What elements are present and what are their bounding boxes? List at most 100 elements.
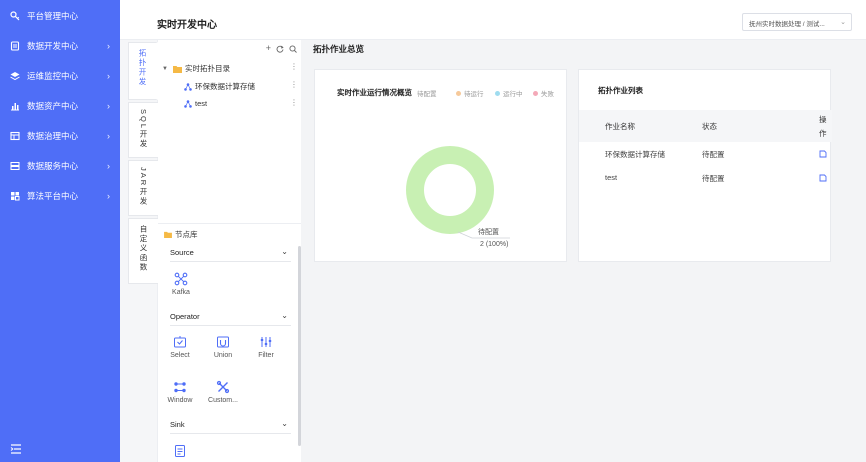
- tree-root[interactable]: ▼ 实时拓扑目录: [162, 63, 230, 74]
- node-label: Window: [167, 397, 193, 404]
- node-kafka[interactable]: Kafka: [161, 272, 201, 296]
- sidebar-item-label: 算法平台中心: [27, 191, 79, 201]
- node-window[interactable]: Window: [160, 380, 200, 404]
- document-icon: [10, 41, 20, 51]
- tree-item-label: 环保数据计算存储: [195, 82, 255, 91]
- custom-icon: [216, 380, 230, 394]
- node-label: Filter: [258, 352, 274, 359]
- select-icon: [174, 336, 186, 348]
- chart-card: 实时作业运行情况概览 待配置 待运行 运行中 失败 待配置 2 (100%): [314, 69, 567, 262]
- node-library-scrollbar[interactable]: [298, 246, 301, 446]
- search-icon[interactable]: [289, 43, 297, 55]
- node-label: Kafka: [172, 289, 190, 296]
- sidebar-item-assets[interactable]: 数据资产中心 ›: [0, 91, 120, 121]
- node-label: Custom...: [208, 397, 238, 404]
- kafka-icon: [174, 272, 188, 286]
- section-title: Sink: [170, 420, 185, 429]
- tab-udf[interactable]: 自定义函数: [128, 218, 158, 284]
- sidebar-item-data-dev[interactable]: 数据开发中心 ›: [0, 31, 120, 61]
- add-icon[interactable]: +: [266, 43, 271, 55]
- header: 实时开发中心 抚州实时数据处理 / 测试... ⌄: [120, 0, 866, 40]
- sidebar-item-platform[interactable]: 平台管理中心: [0, 1, 120, 31]
- section-title: Source: [170, 248, 194, 257]
- column-name: 作业名称: [605, 122, 635, 131]
- more-icon[interactable]: ⋮: [290, 62, 298, 71]
- sidebar: 平台管理中心 数据开发中心 › 运维监控中心 › 数据资产中心 › 数据治理中心…: [0, 0, 120, 462]
- tree-item-env[interactable]: 环保数据计算存储: [184, 81, 255, 92]
- node-union[interactable]: Union: [203, 335, 243, 359]
- node-label: Select: [170, 352, 190, 359]
- sidebar-item-service[interactable]: 数据服务中心 ›: [0, 151, 120, 181]
- sidebar-item-ops[interactable]: 运维监控中心 ›: [0, 61, 120, 91]
- tab-sql[interactable]: SQL开发: [128, 102, 158, 158]
- sidebar-item-label: 数据资产中心: [27, 101, 79, 111]
- overview-title: 拓扑作业总览: [313, 44, 365, 54]
- section-source[interactable]: Source ⌄: [170, 244, 291, 262]
- topology-icon: [184, 99, 192, 108]
- tree-item-test[interactable]: test: [184, 99, 207, 108]
- page-title: 实时开发中心: [157, 20, 217, 31]
- tab-label: 拓扑开发: [138, 49, 147, 87]
- folder-icon: [172, 65, 182, 73]
- table-row-status: 待配置: [702, 150, 725, 159]
- refresh-icon[interactable]: [276, 43, 284, 55]
- grid-icon: [10, 191, 20, 201]
- sidebar-item-algorithm[interactable]: 算法平台中心 ›: [0, 181, 120, 211]
- chevron-right-icon: ›: [107, 41, 110, 51]
- tree-toolbar: +: [266, 43, 297, 55]
- node-select[interactable]: Select: [160, 335, 200, 359]
- section-title: Operator: [170, 312, 200, 321]
- bar-chart-icon: [10, 101, 20, 111]
- folder-icon: [164, 231, 172, 238]
- node-label: Union: [213, 352, 233, 359]
- callout-label: 待配置: [478, 229, 499, 236]
- table-row-status: 待配置: [702, 174, 725, 183]
- chevron-right-icon: ›: [107, 71, 110, 81]
- column-status: 状态: [702, 122, 717, 131]
- pie-slice[interactable]: [406, 146, 494, 234]
- tab-label: SQL开发: [139, 109, 148, 150]
- layers-icon: [10, 71, 20, 81]
- key-icon: [10, 11, 20, 21]
- tab-jar[interactable]: JAR开发: [128, 160, 158, 216]
- chevron-right-icon: ›: [107, 161, 110, 171]
- vertical-tabs: 拓扑开发 SQL开发 JAR开发 自定义函数: [120, 40, 158, 462]
- node-library: 节点库 Source ⌄ Kafka Operator ⌄ Select Uni…: [158, 223, 301, 462]
- sidebar-item-label: 运维监控中心: [27, 71, 79, 81]
- section-operator[interactable]: Operator ⌄: [170, 308, 291, 326]
- tree-root-label: 实时拓扑目录: [184, 64, 230, 73]
- chevron-down-icon: ⌄: [281, 419, 288, 428]
- callout-value: 2 (100%): [480, 241, 509, 248]
- project-select-value: 抚州实时数据处理 / 测试...: [749, 21, 825, 28]
- job-list-card: 拓扑作业列表 作业名称 状态 操作 环保数据计算存储 待配置 test 待配置: [578, 69, 832, 262]
- more-icon[interactable]: ⋮: [290, 80, 298, 89]
- node-filter[interactable]: Filter: [246, 335, 286, 359]
- sidebar-item-label: 数据开发中心: [27, 41, 79, 51]
- chevron-down-icon: ⌄: [281, 247, 288, 256]
- chevron-right-icon: ›: [107, 191, 110, 201]
- job-list-title: 拓扑作业列表: [598, 86, 643, 95]
- menu-collapse-icon[interactable]: [10, 442, 22, 454]
- node-library-header: 节点库: [164, 229, 198, 240]
- more-icon[interactable]: ⋮: [290, 98, 298, 107]
- tab-label: 自定义函数: [139, 225, 148, 273]
- chevron-right-icon: ›: [107, 101, 110, 111]
- project-select[interactable]: 抚州实时数据处理 / 测试... ⌄: [742, 13, 852, 31]
- tab-topology[interactable]: 拓扑开发: [128, 42, 158, 100]
- app-root: 平台管理中心 数据开发中心 › 运维监控中心 › 数据资产中心 › 数据治理中心…: [0, 0, 866, 462]
- sidebar-item-label: 数据服务中心: [27, 161, 79, 171]
- donut-chart: [406, 146, 510, 239]
- node-sink[interactable]: [160, 444, 200, 461]
- section-sink[interactable]: Sink ⌄: [170, 416, 291, 434]
- chevron-right-icon: ›: [107, 131, 110, 141]
- edit-icon[interactable]: [819, 150, 827, 158]
- sidebar-item-governance[interactable]: 数据治理中心 ›: [0, 121, 120, 151]
- node-custom[interactable]: Custom...: [203, 380, 243, 404]
- topology-icon: [184, 82, 192, 91]
- edit-icon[interactable]: [819, 174, 827, 182]
- table-icon: [10, 131, 20, 141]
- topology-tree: + ▼ 实时拓扑目录 ⋮ 环保数据计算存储 ⋮ test ⋮: [158, 40, 301, 223]
- table-row-name[interactable]: 环保数据计算存储: [605, 149, 665, 160]
- table-row-name[interactable]: test: [605, 173, 617, 182]
- caret-down-icon: ▼: [162, 65, 168, 72]
